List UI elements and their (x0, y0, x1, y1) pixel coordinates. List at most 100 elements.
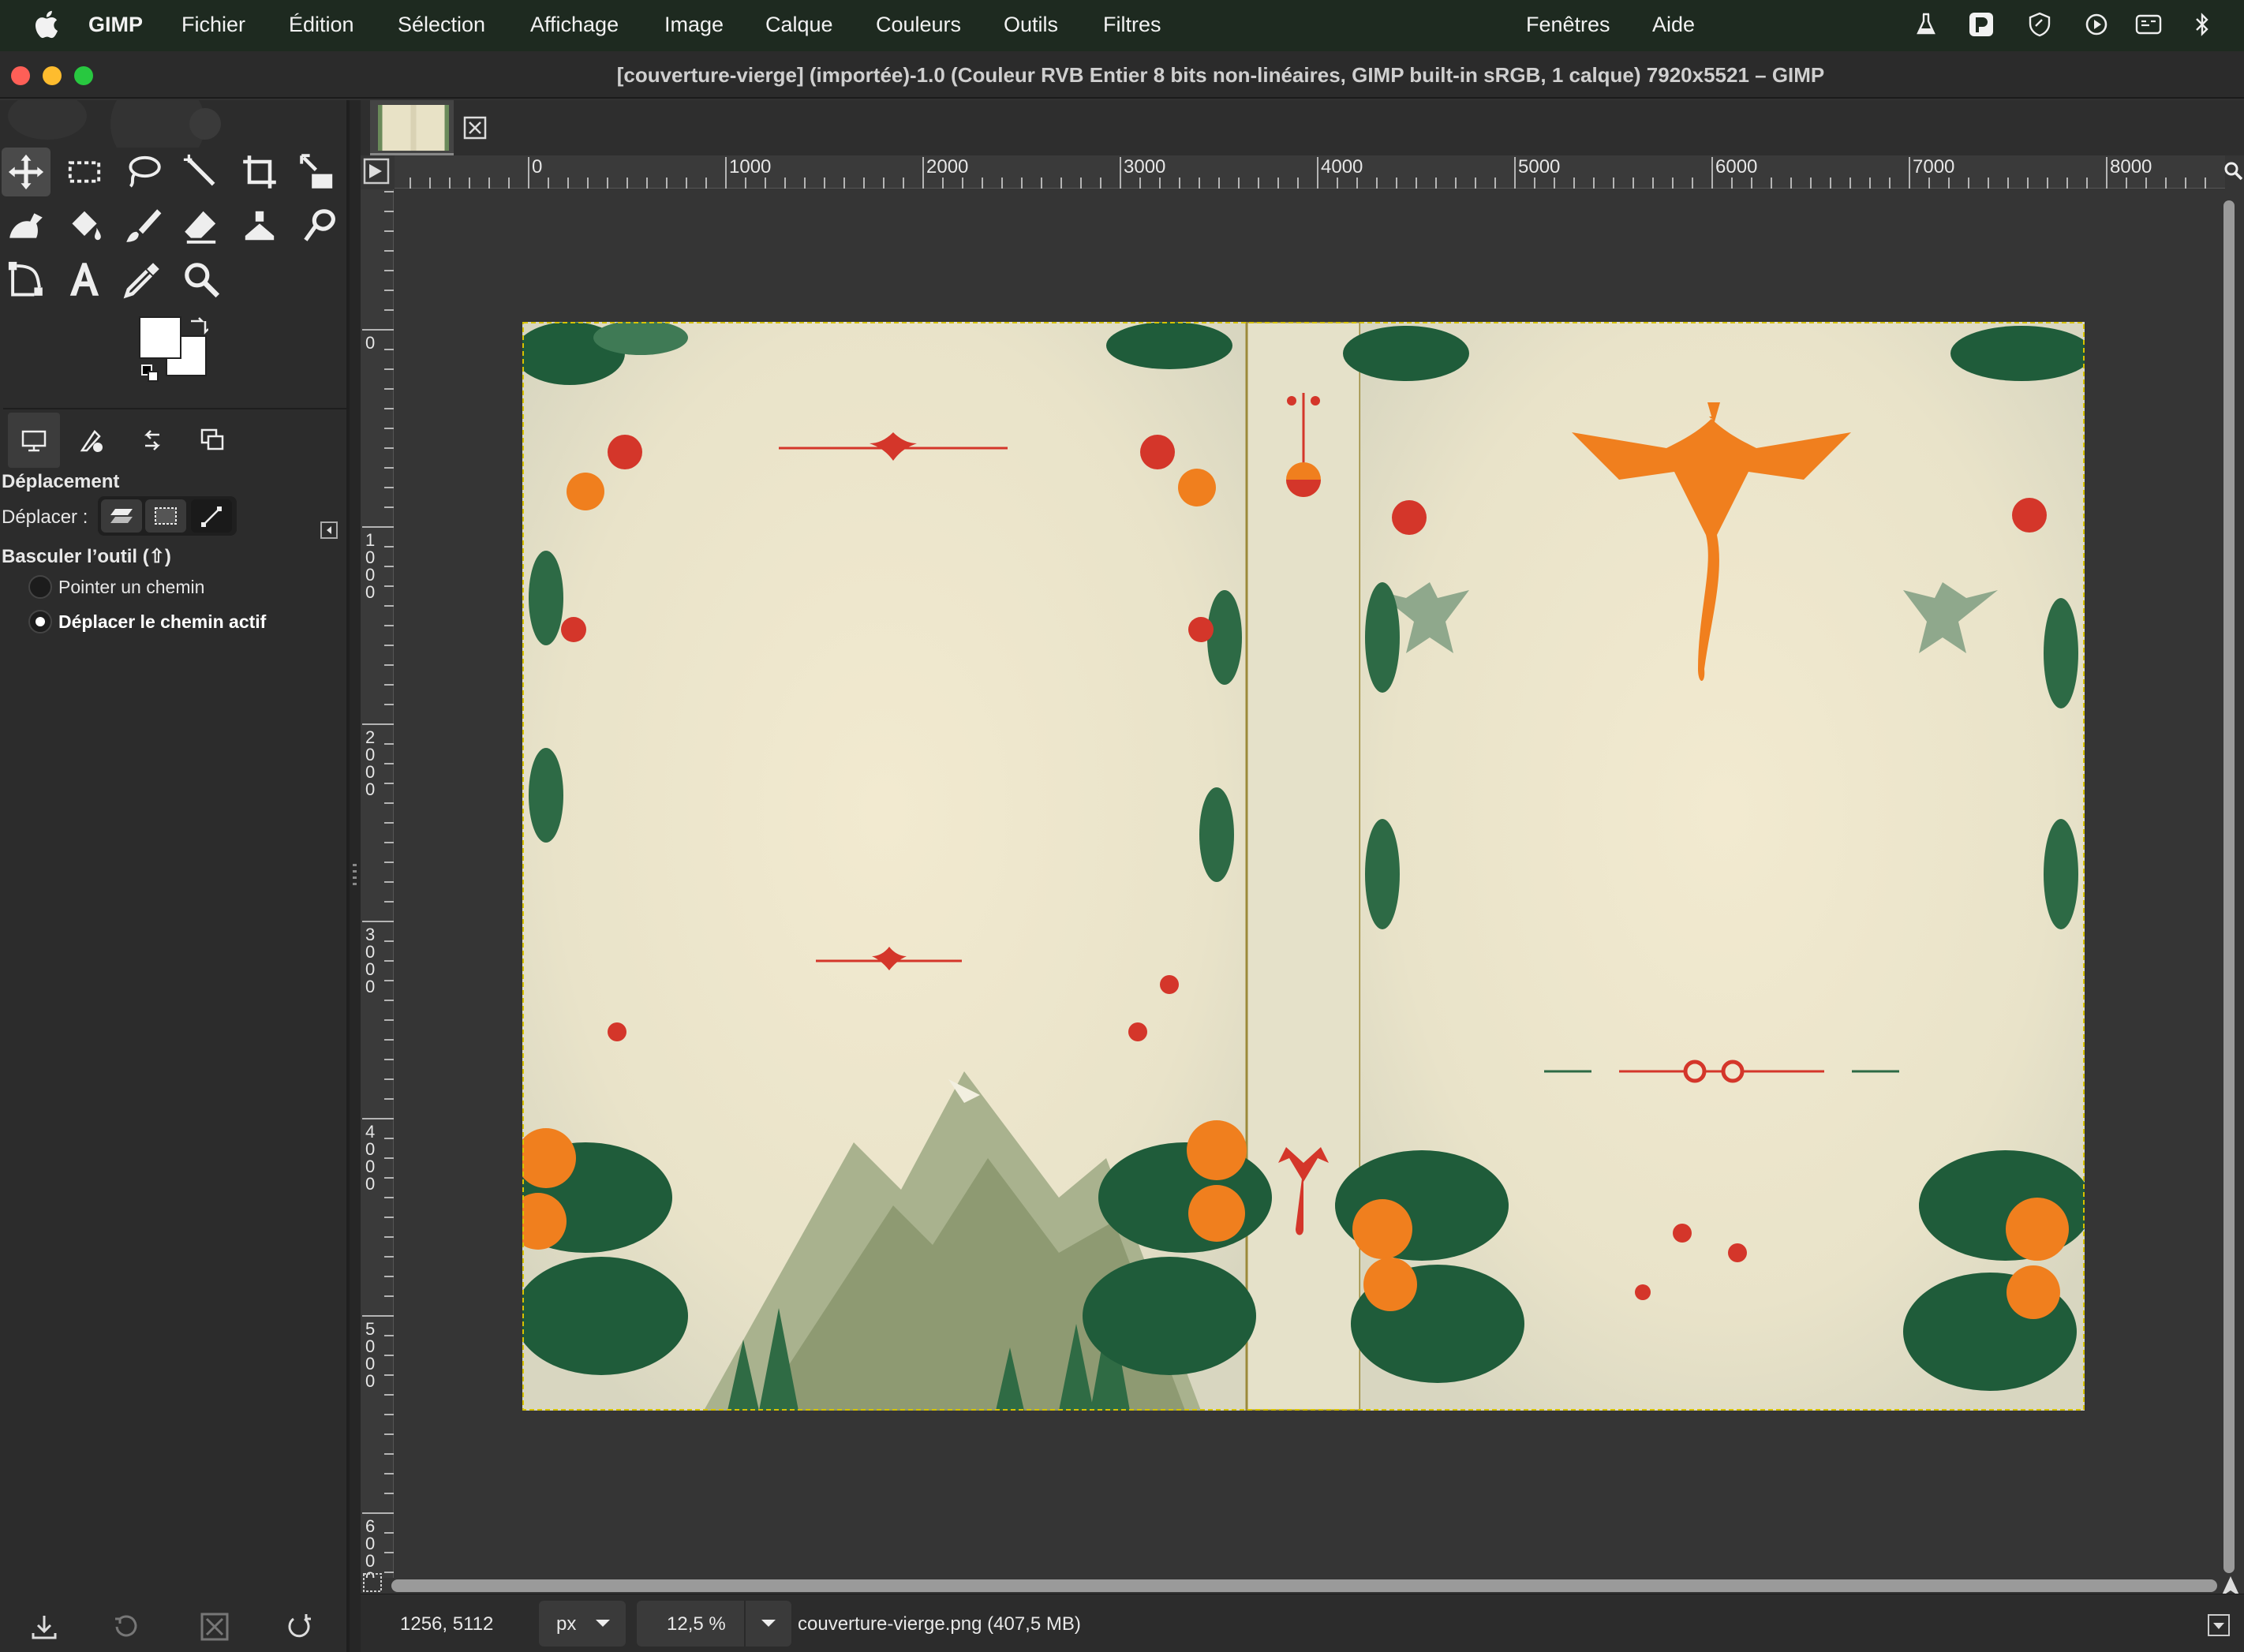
move-tool-icon[interactable] (2, 148, 50, 196)
close-tab-icon[interactable] (463, 116, 487, 140)
move-selection-mode-icon[interactable] (145, 499, 186, 533)
chevron-down-icon (761, 1620, 776, 1627)
crop-icon[interactable] (235, 148, 284, 196)
v-ruler-label: 0 (365, 779, 375, 799)
unit-select[interactable]: px (539, 1601, 626, 1646)
fuzzy-select-icon[interactable] (177, 148, 226, 196)
radio-pick-path[interactable] (28, 575, 52, 599)
menu-edition[interactable]: Édition (289, 13, 354, 37)
zoom-value[interactable]: 12,5 % (667, 1613, 726, 1635)
zoom-select[interactable]: 12,5 % (637, 1601, 791, 1646)
v-ruler-label: 0 (365, 1174, 375, 1194)
radio-pick-path-label[interactable]: Pointer un chemin (58, 577, 204, 598)
image-thumbnail (378, 105, 449, 151)
tab-device-status[interactable] (66, 413, 118, 468)
v-ruler-label: 0 (365, 977, 375, 996)
panel-divider[interactable] (350, 100, 361, 1652)
restore-options-icon[interactable] (109, 1609, 144, 1644)
toolbox-panel: Déplacement Déplacer : Basculer l’outil … (0, 100, 350, 1652)
lasso-icon[interactable] (118, 148, 167, 196)
menu-image[interactable]: Image (664, 13, 724, 37)
save-options-icon[interactable] (27, 1609, 62, 1644)
rect-select-icon[interactable] (60, 148, 109, 196)
warp-transform-icon[interactable] (2, 201, 50, 250)
vertical-ruler[interactable]: 0100020003000400050006000 (361, 189, 394, 1588)
image-tab-strip (361, 100, 2244, 155)
h-ruler-label: 3000 (1124, 156, 1165, 178)
menu-aide[interactable]: Aide (1652, 13, 1695, 37)
bucket-fill-icon[interactable] (60, 201, 109, 250)
menu-outils[interactable]: Outils (1004, 13, 1058, 37)
menu-couleurs[interactable]: Couleurs (876, 13, 961, 37)
chevron-down-icon (596, 1620, 610, 1627)
h-ruler-label: 8000 (2110, 156, 2152, 178)
reset-options-icon[interactable] (282, 1609, 317, 1644)
window-title: [couverture-vierge] (importée)-1.0 (Coul… (616, 63, 1825, 87)
file-info: couverture-vierge.png (407,5 MB) (798, 1613, 1081, 1635)
delete-options-icon[interactable] (197, 1609, 232, 1644)
apple-icon[interactable] (33, 9, 58, 39)
h-ruler-label: 7000 (1913, 156, 1954, 178)
vertical-scrollbar[interactable] (2223, 200, 2235, 1573)
h-ruler-label: 1000 (729, 156, 771, 178)
menu-affichage[interactable]: Affichage (530, 13, 619, 37)
status-bar: 1256, 5112 px 12,5 % couverture-vierge.p… (361, 1594, 2244, 1652)
text-tool-icon[interactable] (60, 255, 109, 304)
dock-menu-icon[interactable] (320, 521, 338, 539)
toggle-tool-label: Basculer l’outil (⇧) (2, 546, 171, 567)
shield-icon[interactable] (2026, 11, 2053, 38)
h-ruler-label: 5000 (1518, 156, 1560, 178)
image-tab[interactable] (370, 100, 454, 155)
v-ruler-label: 0 (365, 333, 375, 353)
pointer-coordinates: 1256, 5112 (400, 1613, 494, 1635)
menu-selection[interactable]: Sélection (398, 13, 485, 37)
quick-mask-menu-icon[interactable] (363, 158, 390, 185)
radio-move-active-path-label[interactable]: Déplacer le chemin actif (58, 611, 266, 633)
eraser-icon[interactable] (177, 201, 226, 250)
tab-undo-history[interactable] (126, 413, 178, 468)
h-ruler-label: 4000 (1321, 156, 1363, 178)
radio-move-active-path[interactable] (28, 610, 52, 634)
display-icon[interactable] (2135, 11, 2162, 38)
swap-colors-icon[interactable] (188, 315, 208, 335)
clone-icon[interactable] (235, 201, 284, 250)
tab-tool-options[interactable] (8, 413, 60, 468)
image-canvas[interactable] (522, 322, 2085, 1411)
h-ruler-label: 6000 (1715, 156, 1757, 178)
color-picker-icon[interactable] (118, 255, 167, 304)
default-colors-icon[interactable] (140, 364, 159, 383)
v-ruler-label: 0 (365, 1371, 375, 1391)
horizontal-scrollbar[interactable] (391, 1579, 2217, 1592)
move-mode-label: Déplacer : (2, 506, 88, 528)
zoom-tool-icon[interactable] (177, 255, 226, 304)
paintbrush-icon[interactable] (118, 201, 167, 250)
app-badge-icon[interactable] (1968, 11, 1995, 38)
pointer-info-icon[interactable] (2207, 1613, 2231, 1637)
wilber-watermark (8, 100, 221, 148)
menu-calque[interactable]: Calque (765, 13, 833, 37)
zoom-follow-icon[interactable] (2223, 161, 2242, 183)
tab-images[interactable] (186, 413, 238, 468)
h-ruler-label: 2000 (926, 156, 968, 178)
menu-fichier[interactable]: Fichier (181, 13, 245, 37)
transform-icon[interactable] (294, 148, 342, 196)
flask-icon[interactable] (1913, 11, 1939, 38)
menu-app-name[interactable]: GIMP (88, 13, 143, 37)
move-mode-group (98, 496, 237, 536)
v-ruler-label: 0 (365, 582, 375, 602)
h-ruler-label: 0 (532, 156, 542, 178)
unit-value: px (556, 1613, 577, 1635)
bluetooth-icon[interactable] (2189, 11, 2216, 38)
horizontal-ruler[interactable]: 0 1000 2000 3000 4000 5000 6000 7000 8000 (395, 155, 2225, 189)
play-circle-icon[interactable] (2083, 11, 2110, 38)
menu-bar: GIMP Fichier Édition Sélection Affichage… (0, 0, 2244, 51)
menu-fenetres[interactable]: Fenêtres (1526, 13, 1610, 37)
tool-options-heading: Déplacement (2, 471, 120, 492)
move-path-mode-icon[interactable] (191, 499, 232, 533)
menu-filtres[interactable]: Filtres (1103, 13, 1161, 37)
smudge-icon[interactable] (294, 201, 342, 250)
toggle-quick-mask-icon[interactable] (361, 1572, 383, 1594)
paths-icon[interactable] (2, 255, 50, 304)
foreground-color-swatch[interactable] (139, 316, 181, 359)
move-layer-mode-icon[interactable] (101, 499, 142, 533)
